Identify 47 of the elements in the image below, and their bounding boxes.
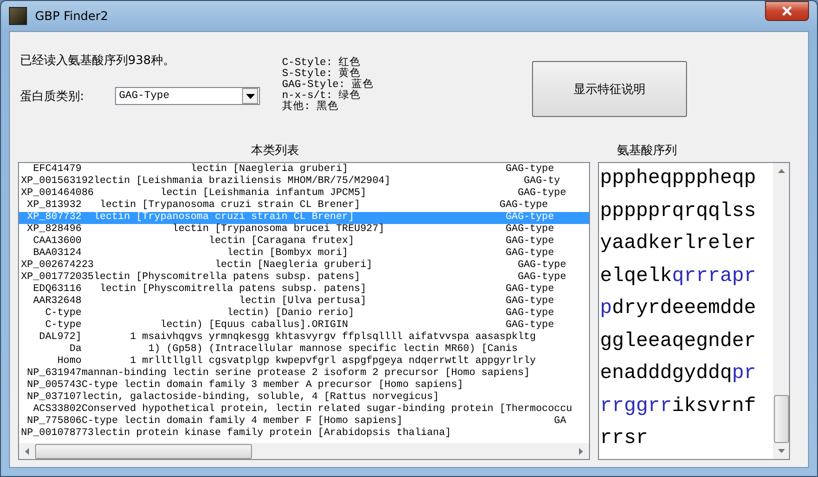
sequence-line: ggleeaqegnder <box>600 328 758 354</box>
sequence-title: 氨基酸序列 <box>617 142 677 158</box>
list-row[interactable]: XP_828496 lectin [Trypanosoma brucei TREU927] GAG-type <box>19 224 589 236</box>
list-row[interactable]: XP_002674223 lectin [Naegleria gruberi] GAG-type <box>19 260 589 272</box>
list-title: 本类列表 <box>251 142 299 158</box>
list-row[interactable]: NP_631947mannan-binding lectin serine protease 2 isoform 2 precursor [Homo sapiens] <box>19 368 589 380</box>
list-row[interactable]: C-type lectin) [Danio rerio] GAG-type <box>19 308 589 320</box>
scroll-thumb[interactable] <box>35 444 252 458</box>
list-row[interactable]: EFC41479 lectin [Naegleria gruberi] GAG-type <box>19 164 589 176</box>
sequence-line: enadddgyddqpr <box>600 361 758 387</box>
sequence-line: yaadkerlreler <box>600 231 758 257</box>
status-text: 已经读入氨基酸序列938种。 <box>20 52 176 69</box>
close-icon <box>781 6 793 16</box>
sequence-line: pdryrdeeemdde <box>600 296 758 322</box>
list-row[interactable]: EDQ63116 lectin [Physcomitrella patens subsp. patens] GAG-type <box>19 284 589 296</box>
category-label: 蛋白质类别: <box>20 88 86 104</box>
sequence-line: rrggrriksvrnf <box>600 394 758 420</box>
list-row[interactable]: AAR32648 lectin [Ulva pertusa] GAG-type <box>19 296 589 308</box>
category-dropdown[interactable]: GAG-Type <box>115 87 260 105</box>
sequence-line: ppppprqrqqlss <box>600 198 758 224</box>
vertical-scrollbar[interactable] <box>773 163 789 459</box>
list-row[interactable]: XP_001772035lectin [Physcomitrella patens subsp. patens] GAG-type <box>19 272 589 284</box>
list-row[interactable]: Homo 1 mrlltllgll cgsvatplgp kwpepvfgrl aspgfpgeya ndqerrwtlt appgyrlrly <box>19 356 589 368</box>
list-row[interactable]: BAA03124 lectin [Bombyx mori] GAG-type <box>19 248 589 260</box>
show-features-button[interactable]: 显示特征说明 <box>532 61 687 117</box>
list-row[interactable]: CAA13600 lectin [Caragana frutex] GAG-type <box>19 236 589 248</box>
scroll-thumb[interactable] <box>774 395 788 443</box>
list-row[interactable]: Da 1) (Gp58) (Intracellular mannose specific lectin MR60) [Canis <box>19 344 589 356</box>
list-row[interactable]: NP_037107lectin, galactoside-binding, soluble, 4 [Rattus norvegicus] <box>19 392 589 404</box>
list-row[interactable]: ACS33802Conserved hypothetical protein, lectin related sugar-binding protein [Thermococcu <box>19 404 589 416</box>
list-row[interactable]: NP_001078773lectin protein kinase family protein [Arabidopsis thaliana] <box>19 428 589 440</box>
list-row[interactable]: DAL972] 1 msaivhqgvs yrmnqkesgg khtasvyrgv ffplsqllll aifatvvspa aasaspkltg <box>19 332 589 344</box>
list-row[interactable]: NP_775806C-type lectin domain family 4 member F [Homo sapiens] GA <box>19 416 589 428</box>
legend-line: GAG-Style: 蓝色 <box>282 80 374 91</box>
list-row[interactable]: XP_813932 lectin [Trypanosoma cruzi strain CL Brener] GAG-type <box>19 200 589 212</box>
list-row[interactable]: NP_005743C-type lectin domain family 3 member A precursor [Homo sapiens] <box>19 380 589 392</box>
sequence-line: ppphеqppphеqp <box>600 166 758 192</box>
sequence-line: elqelkqrrrapr <box>600 264 758 290</box>
app-icon <box>9 7 27 25</box>
list-row[interactable]: XP_001464086 lectin [Leishmania infantum JPCM5] GAG-type <box>19 188 589 200</box>
list-row[interactable]: XP_001563192lectin [Leishmania braziliensis MHOM/BR/75/M2904] GAG-ty <box>19 176 589 188</box>
window-title: GBP Finder2 <box>35 9 108 23</box>
horizontal-scrollbar[interactable] <box>19 443 589 459</box>
list-row[interactable]: C-type lectin) [Equus caballus].ORIGIN GAG-type <box>19 320 589 332</box>
sequence-line: rrsr <box>600 426 650 452</box>
close-button[interactable] <box>765 1 809 21</box>
legend-line: 其他: 黑色 <box>282 102 340 113</box>
